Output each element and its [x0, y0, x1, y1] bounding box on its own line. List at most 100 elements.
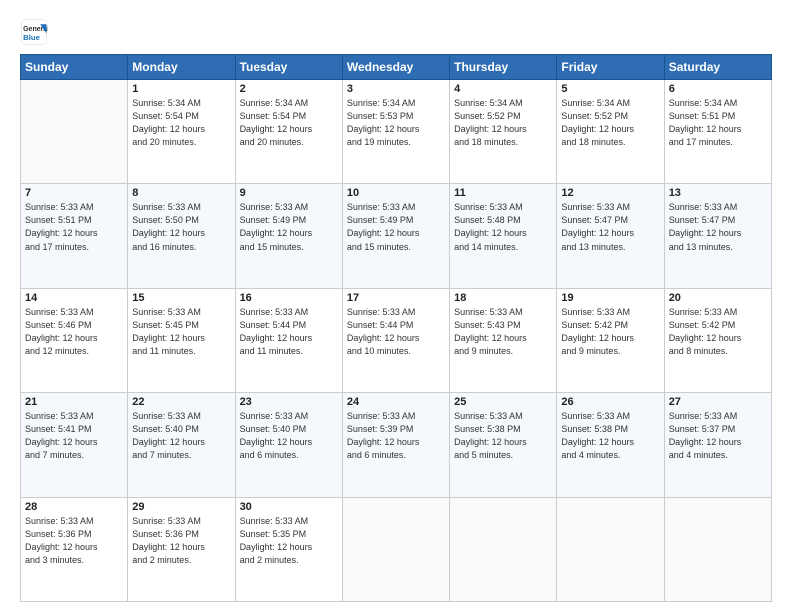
calendar-cell: 6 Sunrise: 5:34 AMSunset: 5:51 PMDaylight… [664, 80, 771, 184]
day-info: Sunrise: 5:34 AMSunset: 5:52 PMDaylight:… [561, 97, 659, 149]
day-number: 29 [132, 501, 230, 513]
day-number: 17 [347, 292, 445, 304]
calendar-cell: 23 Sunrise: 5:33 AMSunset: 5:40 PMDayligh… [235, 393, 342, 497]
calendar-cell: 13 Sunrise: 5:33 AMSunset: 5:47 PMDayligh… [664, 184, 771, 288]
day-info: Sunrise: 5:33 AMSunset: 5:46 PMDaylight:… [25, 306, 123, 358]
day-info: Sunrise: 5:33 AMSunset: 5:49 PMDaylight:… [347, 201, 445, 253]
logo-icon: General Blue [20, 18, 48, 46]
calendar-cell: 19 Sunrise: 5:33 AMSunset: 5:42 PMDayligh… [557, 288, 664, 392]
calendar-cell: 9 Sunrise: 5:33 AMSunset: 5:49 PMDaylight… [235, 184, 342, 288]
svg-text:Blue: Blue [23, 33, 41, 42]
day-number: 24 [347, 396, 445, 408]
calendar-cell: 21 Sunrise: 5:33 AMSunset: 5:41 PMDayligh… [21, 393, 128, 497]
day-info: Sunrise: 5:34 AMSunset: 5:51 PMDaylight:… [669, 97, 767, 149]
header: General Blue [20, 18, 772, 46]
day-number: 18 [454, 292, 552, 304]
day-number: 5 [561, 83, 659, 95]
day-info: Sunrise: 5:33 AMSunset: 5:40 PMDaylight:… [240, 410, 338, 462]
day-info: Sunrise: 5:33 AMSunset: 5:48 PMDaylight:… [454, 201, 552, 253]
day-info: Sunrise: 5:34 AMSunset: 5:52 PMDaylight:… [454, 97, 552, 149]
calendar-cell [664, 497, 771, 601]
day-number: 16 [240, 292, 338, 304]
day-number: 30 [240, 501, 338, 513]
day-number: 12 [561, 187, 659, 199]
calendar-cell: 26 Sunrise: 5:33 AMSunset: 5:38 PMDayligh… [557, 393, 664, 497]
day-number: 14 [25, 292, 123, 304]
day-number: 3 [347, 83, 445, 95]
calendar-cell: 30 Sunrise: 5:33 AMSunset: 5:35 PMDayligh… [235, 497, 342, 601]
day-info: Sunrise: 5:33 AMSunset: 5:45 PMDaylight:… [132, 306, 230, 358]
day-number: 6 [669, 83, 767, 95]
calendar-cell: 27Sunrise: 5:33 AMSunset: 5:37 PMDayligh… [664, 393, 771, 497]
day-number: 28 [25, 501, 123, 513]
day-number: 19 [561, 292, 659, 304]
calendar-cell: 22 Sunrise: 5:33 AMSunset: 5:40 PMDayligh… [128, 393, 235, 497]
calendar-cell [557, 497, 664, 601]
calendar-cell: 12 Sunrise: 5:33 AMSunset: 5:47 PMDayligh… [557, 184, 664, 288]
day-info: Sunrise: 5:33 AMSunset: 5:44 PMDaylight:… [240, 306, 338, 358]
calendar-cell: 28 Sunrise: 5:33 AMSunset: 5:36 PMDayligh… [21, 497, 128, 601]
calendar-header-friday: Friday [557, 55, 664, 80]
calendar-cell: 24 Sunrise: 5:33 AMSunset: 5:39 PMDayligh… [342, 393, 449, 497]
calendar-cell: 29 Sunrise: 5:33 AMSunset: 5:36 PMDayligh… [128, 497, 235, 601]
calendar-cell: 20 Sunrise: 5:33 AMSunset: 5:42 PMDayligh… [664, 288, 771, 392]
day-number: 1 [132, 83, 230, 95]
page: General Blue SundayMondayTuesdayWednesda… [0, 0, 792, 612]
day-number: 13 [669, 187, 767, 199]
calendar-cell: 1Sunrise: 5:34 AMSunset: 5:54 PMDaylight… [128, 80, 235, 184]
calendar-header-thursday: Thursday [450, 55, 557, 80]
day-number: 22 [132, 396, 230, 408]
calendar-cell: 5 Sunrise: 5:34 AMSunset: 5:52 PMDaylight… [557, 80, 664, 184]
day-info: Sunrise: 5:33 AMSunset: 5:50 PMDaylight:… [132, 201, 230, 253]
day-number: 15 [132, 292, 230, 304]
calendar-cell: 17 Sunrise: 5:33 AMSunset: 5:44 PMDayligh… [342, 288, 449, 392]
day-info: Sunrise: 5:33 AMSunset: 5:47 PMDaylight:… [561, 201, 659, 253]
calendar-cell [21, 80, 128, 184]
calendar-cell [450, 497, 557, 601]
day-number: 21 [25, 396, 123, 408]
day-number: 10 [347, 187, 445, 199]
day-number: 7 [25, 187, 123, 199]
day-info: Sunrise: 5:33 AMSunset: 5:49 PMDaylight:… [240, 201, 338, 253]
day-info: Sunrise: 5:33 AMSunset: 5:39 PMDaylight:… [347, 410, 445, 462]
day-info: Sunrise: 5:33 AMSunset: 5:47 PMDaylight:… [669, 201, 767, 253]
calendar-header-monday: Monday [128, 55, 235, 80]
calendar-cell: 18 Sunrise: 5:33 AMSunset: 5:43 PMDayligh… [450, 288, 557, 392]
day-info: Sunrise: 5:34 AMSunset: 5:53 PMDaylight:… [347, 97, 445, 149]
day-number: 4 [454, 83, 552, 95]
day-info: Sunrise: 5:33 AMSunset: 5:43 PMDaylight:… [454, 306, 552, 358]
calendar-week-row: 28 Sunrise: 5:33 AMSunset: 5:36 PMDayligh… [21, 497, 772, 601]
calendar-cell: 3 Sunrise: 5:34 AMSunset: 5:53 PMDaylight… [342, 80, 449, 184]
calendar-cell [342, 497, 449, 601]
day-info: Sunrise: 5:33 AMSunset: 5:40 PMDaylight:… [132, 410, 230, 462]
day-info: Sunrise: 5:33 AMSunset: 5:42 PMDaylight:… [669, 306, 767, 358]
day-number: 2 [240, 83, 338, 95]
calendar-cell: 4 Sunrise: 5:34 AMSunset: 5:52 PMDaylight… [450, 80, 557, 184]
calendar-cell: 7 Sunrise: 5:33 AMSunset: 5:51 PMDaylight… [21, 184, 128, 288]
calendar-cell: 2 Sunrise: 5:34 AMSunset: 5:54 PMDaylight… [235, 80, 342, 184]
calendar-cell: 15 Sunrise: 5:33 AMSunset: 5:45 PMDayligh… [128, 288, 235, 392]
day-info: Sunrise: 5:33 AMSunset: 5:51 PMDaylight:… [25, 201, 123, 253]
day-number: 8 [132, 187, 230, 199]
calendar-cell: 16 Sunrise: 5:33 AMSunset: 5:44 PMDayligh… [235, 288, 342, 392]
day-info: Sunrise: 5:33 AMSunset: 5:41 PMDaylight:… [25, 410, 123, 462]
day-number: 25 [454, 396, 552, 408]
day-info: Sunrise: 5:33 AMSunset: 5:36 PMDaylight:… [132, 515, 230, 567]
day-info: Sunrise: 5:33 AMSunset: 5:36 PMDaylight:… [25, 515, 123, 567]
day-number: 26 [561, 396, 659, 408]
day-number: 23 [240, 396, 338, 408]
calendar-cell: 11 Sunrise: 5:33 AMSunset: 5:48 PMDayligh… [450, 184, 557, 288]
day-number: 20 [669, 292, 767, 304]
day-info: Sunrise: 5:33 AMSunset: 5:35 PMDaylight:… [240, 515, 338, 567]
day-info: Sunrise: 5:33 AMSunset: 5:42 PMDaylight:… [561, 306, 659, 358]
calendar-cell: 8 Sunrise: 5:33 AMSunset: 5:50 PMDaylight… [128, 184, 235, 288]
day-info: Sunrise: 5:33 AMSunset: 5:38 PMDaylight:… [561, 410, 659, 462]
calendar-week-row: 21 Sunrise: 5:33 AMSunset: 5:41 PMDayligh… [21, 393, 772, 497]
day-number: 11 [454, 187, 552, 199]
calendar-cell: 25Sunrise: 5:33 AMSunset: 5:38 PMDayligh… [450, 393, 557, 497]
day-info: Sunrise: 5:33 AMSunset: 5:44 PMDaylight:… [347, 306, 445, 358]
calendar-cell: 14 Sunrise: 5:33 AMSunset: 5:46 PMDayligh… [21, 288, 128, 392]
calendar-week-row: 1 Sunrise: 5:34 AMSunset: 5:54 PMDaylight… [21, 80, 772, 184]
day-info: Sunrise: 5:34 AMSunset: 5:54 PMDaylight:… [240, 97, 338, 149]
day-number: 9 [240, 187, 338, 199]
